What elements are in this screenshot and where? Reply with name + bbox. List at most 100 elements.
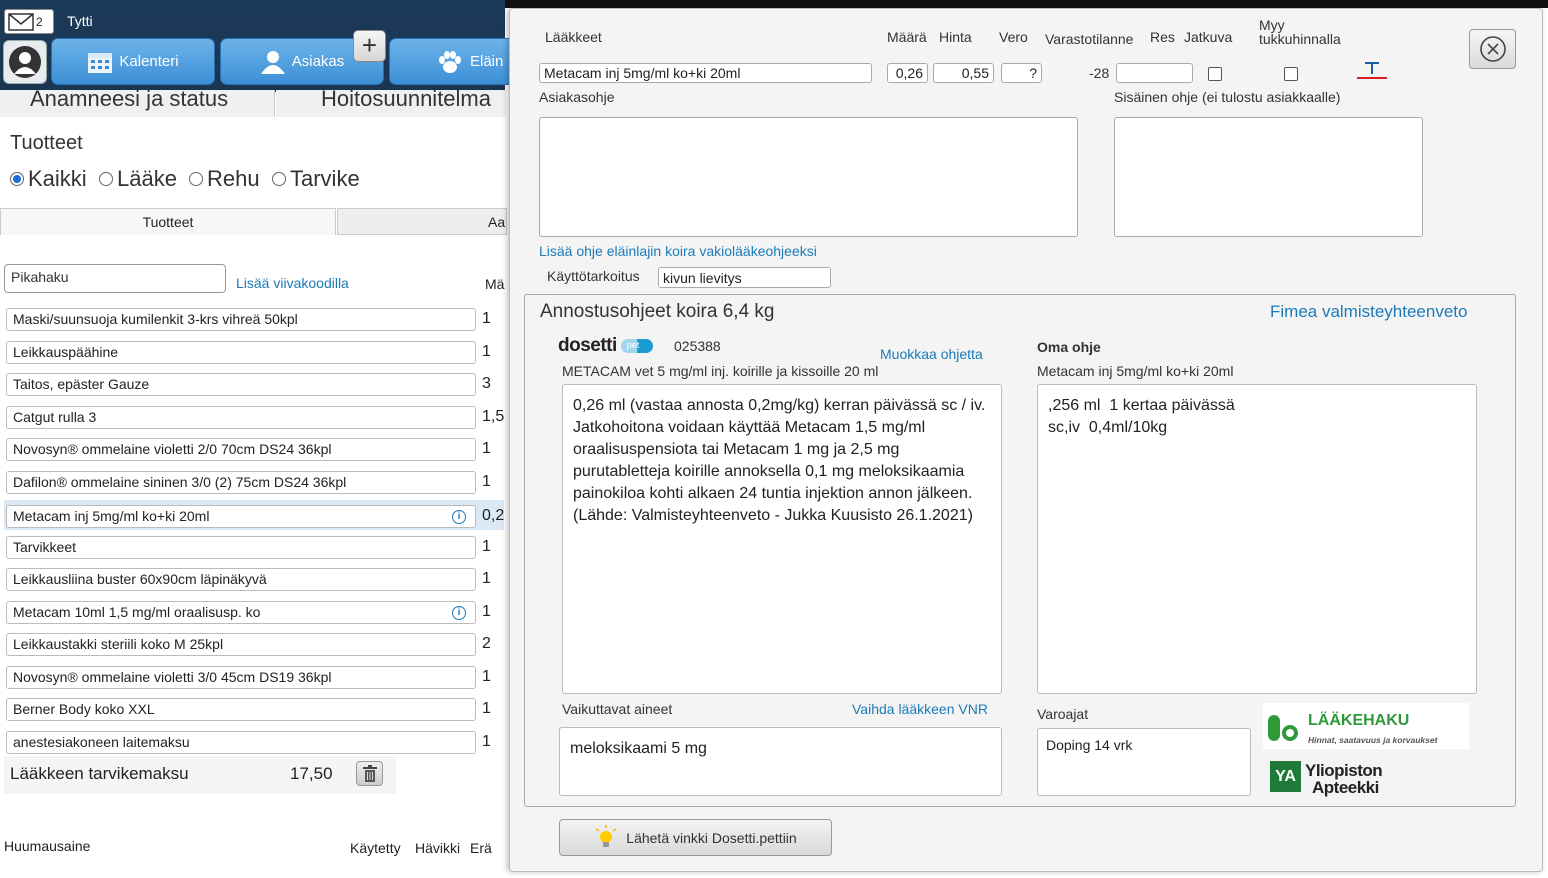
- info-icon[interactable]: i: [452, 510, 466, 524]
- product-row[interactable]: Taitos, epäster Gauze: [6, 373, 476, 396]
- product-row[interactable]: Leikkaustakki steriili koko M 25kpl: [6, 633, 476, 656]
- filter-supply-radio[interactable]: Tarvike: [272, 166, 360, 192]
- dosetti-pet-badge: pet: [620, 339, 654, 353]
- product-qty: 1: [482, 473, 491, 490]
- withdrawal-label: Varoajat: [1037, 706, 1089, 722]
- product-row[interactable]: Berner Body koko XXL: [6, 698, 476, 721]
- continuous-checkbox[interactable]: [1208, 67, 1222, 81]
- hdr-wholesale: Myy tukkuhinnalla: [1259, 17, 1341, 47]
- radio-icon: [189, 172, 203, 186]
- vnr-number: 025388: [674, 338, 721, 354]
- user-profile-button[interactable]: [3, 40, 47, 84]
- amount-field[interactable]: 0,26: [887, 63, 928, 83]
- product-row[interactable]: Metacam 10ml 1,5 mg/ml oraalisusp. ko: [6, 601, 476, 624]
- laakehaku-logo[interactable]: LÄÄKEHAKU Hinnat, saatavuus ja korvaukse…: [1263, 703, 1469, 749]
- subtab-other[interactable]: Aa: [337, 208, 507, 235]
- fee-label: Lääkkeen tarvikemaksu: [10, 764, 189, 783]
- wholesale-checkbox[interactable]: [1284, 67, 1298, 81]
- change-vnr-link[interactable]: Vaihda lääkkeen VNR: [852, 701, 988, 717]
- purpose-label: Käyttötarkoitus: [547, 268, 640, 284]
- nav-calendar-label: Kalenteri: [119, 53, 179, 70]
- hdr-amount: Määrä: [887, 29, 927, 45]
- mail-button[interactable]: 2: [4, 9, 54, 34]
- active-ingredients-label: Vaikuttavat aineet: [562, 701, 673, 717]
- pill-icon: [1268, 715, 1298, 741]
- product-row[interactable]: Leikkausliina buster 60x90cm läpinäkyvä: [6, 568, 476, 591]
- close-button[interactable]: [1469, 29, 1516, 69]
- username: Tytti: [67, 13, 93, 29]
- quicksearch-input[interactable]: Pikahaku: [4, 264, 226, 293]
- filter-all-radio[interactable]: Kaikki: [10, 166, 87, 192]
- hdr-stock: Varastotilanne: [1045, 31, 1134, 47]
- product-row[interactable]: anestesiakoneen laitemaksu: [6, 731, 476, 754]
- product-qty: 1: [482, 668, 491, 685]
- lightbulb-icon: [595, 824, 617, 847]
- text-format-icon[interactable]: [1356, 60, 1388, 82]
- dosetti-logo-text: dosetti: [558, 335, 617, 356]
- active-ingredients-box: meloksikaami 5 mg: [559, 727, 1002, 796]
- product-qty: 3: [482, 375, 491, 392]
- product-qty: 1,5: [482, 408, 505, 425]
- add-standard-instruction-link[interactable]: Lisää ohje eläinlajin koira vakiolääkeoh…: [539, 243, 817, 259]
- filter-drug-radio[interactable]: Lääke: [99, 166, 177, 192]
- tab-hoitosuunnitelma[interactable]: Hoitosuunnitelma: [276, 90, 506, 117]
- add-by-barcode-link[interactable]: Lisää viivakoodilla: [236, 275, 349, 291]
- laakehaku-subtitle: Hinnat, saatavuus ja korvaukset: [1308, 735, 1438, 745]
- info-icon[interactable]: i: [452, 606, 466, 620]
- radio-selected-icon: [10, 172, 24, 186]
- product-qty: 1: [482, 343, 491, 360]
- hdr-res: Res: [1150, 29, 1175, 45]
- subtab-products[interactable]: Tuotteet: [0, 208, 336, 235]
- add-button[interactable]: +: [353, 30, 386, 62]
- customer-instruction-label: Asiakasohje: [539, 89, 615, 105]
- delete-button[interactable]: [356, 761, 383, 786]
- apteekki-text: Apteekki: [1312, 778, 1379, 797]
- nav-calendar-button[interactable]: Kalenteri: [51, 38, 215, 85]
- person-icon: [260, 50, 285, 74]
- product-row[interactable]: Metacam inj 5mg/ml ko+ki 20ml: [6, 505, 476, 528]
- price-field[interactable]: 0,55: [933, 63, 994, 83]
- filter-feed-radio[interactable]: Rehu: [189, 166, 260, 192]
- tax-field[interactable]: ?: [1001, 63, 1042, 83]
- filter-drug-label: Lääke: [117, 166, 177, 191]
- own-product-line: Metacam inj 5mg/ml ko+ki 20ml: [1037, 363, 1234, 379]
- nav-customer-label: Asiakas: [291, 53, 345, 70]
- radio-icon: [272, 172, 286, 186]
- res-field[interactable]: [1116, 63, 1193, 83]
- product-row[interactable]: Leikkauspäähine: [6, 341, 476, 364]
- product-row[interactable]: Catgut rulla 3: [6, 406, 476, 429]
- hdr-price: Hinta: [939, 29, 972, 45]
- app-window: 2 Tytti Kalenteri Asiakas Eläin + Anamne…: [0, 0, 1548, 878]
- product-qty: 0,2: [482, 507, 505, 524]
- tab-anamneesi[interactable]: Anamneesi ja status: [0, 90, 275, 117]
- nav-animal-button[interactable]: Eläin: [389, 38, 519, 85]
- product-row[interactable]: Maski/suunsuoja kumilenkit 3-krs vihreä …: [6, 308, 476, 331]
- dosetti-logo: dosetti pet: [558, 335, 654, 357]
- hdr-tax: Vero: [999, 29, 1028, 45]
- purpose-field[interactable]: kivun lievitys: [658, 267, 831, 288]
- ya-logo: YA: [1270, 761, 1301, 792]
- laakehaku-title: LÄÄKEHAKU: [1308, 712, 1410, 729]
- product-qty: 1: [482, 310, 491, 327]
- customer-instruction-textarea[interactable]: [539, 117, 1078, 237]
- product-qty: 1: [482, 538, 491, 555]
- product-qty: 1: [482, 570, 491, 587]
- nav-animal-label: Eläin: [470, 53, 504, 70]
- product-qty: 2: [482, 635, 491, 652]
- own-instruction-box[interactable]: ,256 ml 1 kertaa päivässä sc,iv 0,4ml/10…: [1037, 384, 1477, 694]
- narcotic-label: Huumausaine: [4, 838, 91, 854]
- trash-icon: [363, 765, 377, 782]
- calendar-icon: [88, 52, 113, 73]
- fimea-summary-link[interactable]: Fimea valmisteyhteenveto: [1270, 302, 1467, 322]
- product-row[interactable]: Tarvikkeet: [6, 536, 476, 559]
- hdr-continuous: Jatkuva: [1184, 29, 1233, 45]
- edit-instruction-link[interactable]: Muokkaa ohjetta: [880, 346, 983, 362]
- product-row[interactable]: Novosyn® ommelaine violetti 3/0 45cm DS1…: [6, 666, 476, 689]
- product-row[interactable]: Dafilon® ommelaine sininen 3/0 (2) 75cm …: [6, 471, 476, 494]
- product-row[interactable]: Novosyn® ommelaine violetti 2/0 70cm DS2…: [6, 438, 476, 461]
- internal-instruction-textarea[interactable]: [1114, 117, 1423, 237]
- dosing-title: Annostusohjeet koira 6,4 kg: [540, 301, 775, 322]
- send-tip-button[interactable]: Lähetä vinkki Dosetti.pettiin: [559, 819, 832, 856]
- product-qty: 1: [482, 603, 491, 620]
- drug-name-field[interactable]: Metacam inj 5mg/ml ko+ki 20ml: [539, 63, 872, 83]
